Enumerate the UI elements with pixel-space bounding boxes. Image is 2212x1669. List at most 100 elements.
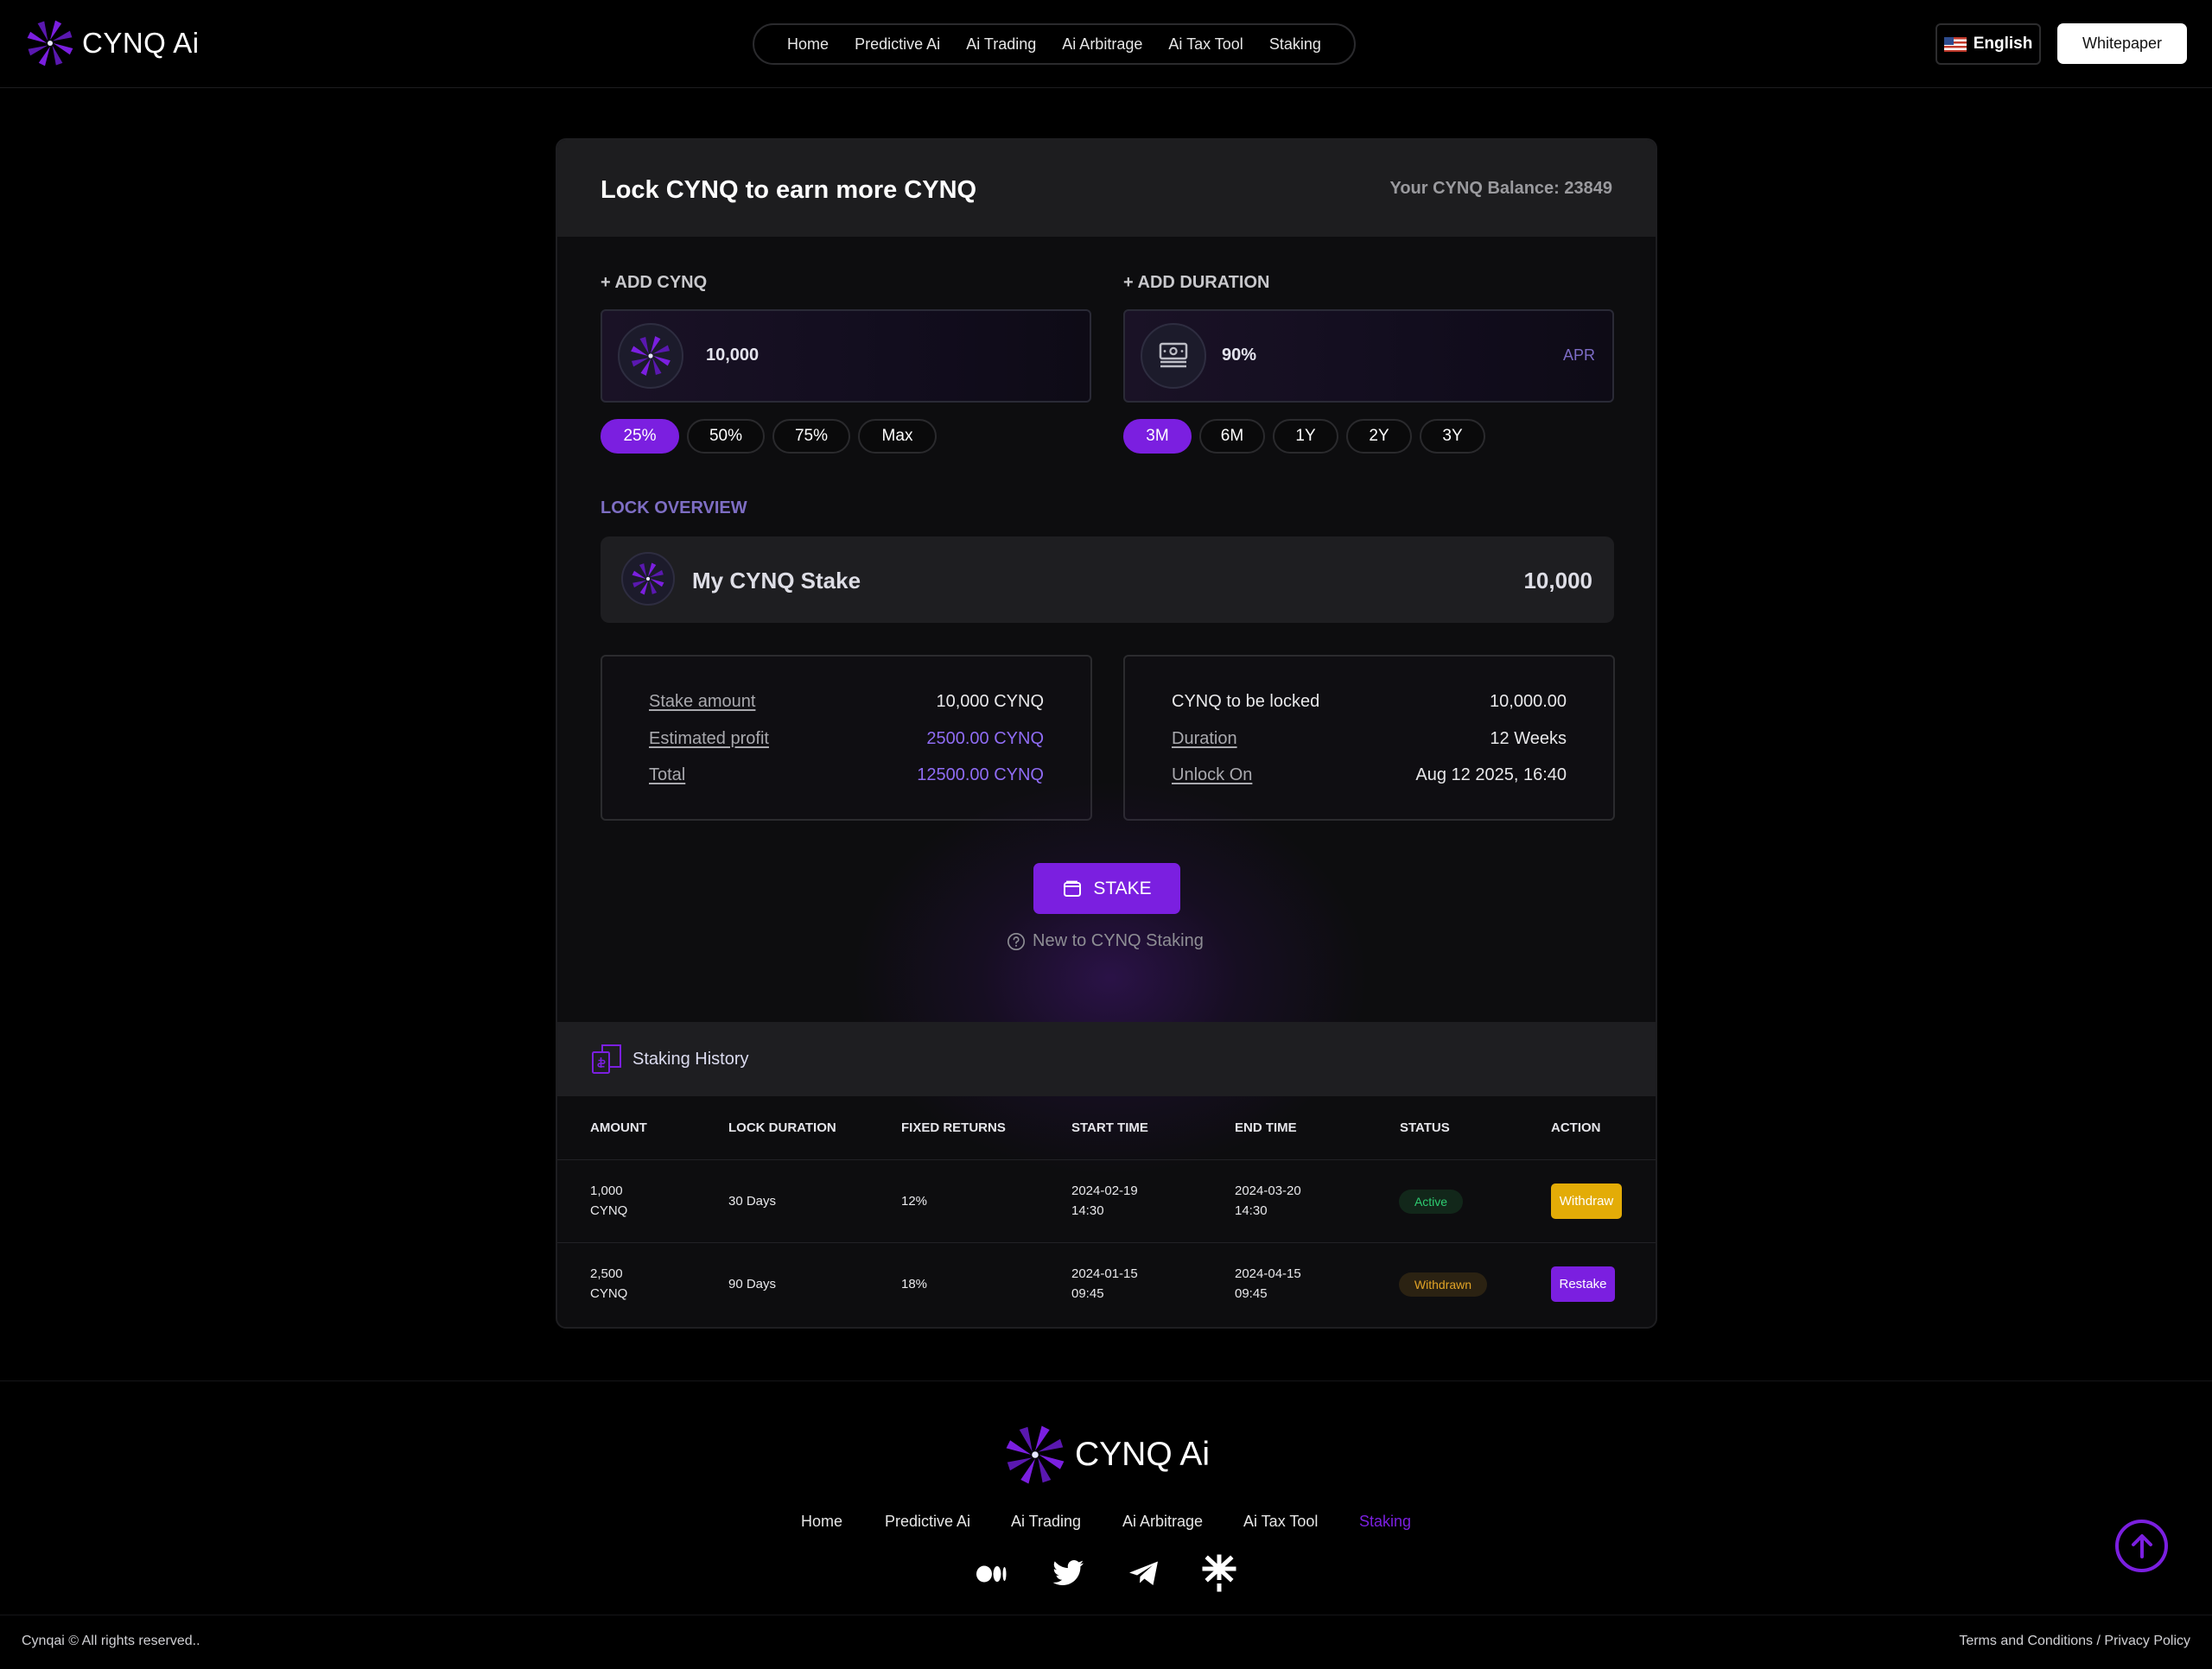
- col-action: ACTION: [1551, 1120, 1601, 1135]
- footer-divider: [0, 1380, 2212, 1381]
- cynq-balance: Your CYNQ Balance: 23849: [1389, 179, 1612, 198]
- add-duration-label: + ADD DURATION: [1123, 273, 1270, 292]
- estimated-profit-value: 2500.00 CYNQ: [926, 729, 1044, 748]
- scroll-to-top-button[interactable]: [2115, 1520, 2168, 1572]
- nav-home[interactable]: Home: [787, 35, 829, 54]
- top-header: CYNQ Ai Home Predictive Ai Ai Trading Ai…: [0, 0, 2212, 88]
- row-start-time: 2024-01-15 09:45: [1071, 1266, 1138, 1301]
- cynq-logo-icon: [1002, 1422, 1068, 1488]
- language-label: English: [1973, 35, 2033, 53]
- info-row: Duration 12 Weeks: [1172, 729, 1567, 749]
- footer-nav-staking[interactable]: Staking: [1359, 1513, 1411, 1531]
- pill-25-percent[interactable]: 25%: [601, 419, 679, 454]
- pill-max[interactable]: Max: [858, 419, 937, 454]
- brand-logo[interactable]: CYNQ Ai: [24, 17, 200, 69]
- cynq-logo-icon: [24, 17, 76, 69]
- lock-overview-label: LOCK OVERVIEW: [601, 498, 747, 517]
- row-start-time: 2024-02-19 14:30: [1071, 1184, 1138, 1218]
- pill-1y[interactable]: 1Y: [1273, 419, 1338, 454]
- status-badge: Active: [1399, 1190, 1463, 1214]
- legal-separator: /: [2096, 1634, 2101, 1648]
- staking-card: Lock CYNQ to earn more CYNQ Your CYNQ Ba…: [556, 138, 1657, 1329]
- staking-history-title: Staking History: [632, 1050, 749, 1069]
- help-link-label: New to CYNQ Staking: [1033, 931, 1204, 950]
- footer-nav-ai-trading[interactable]: Ai Trading: [1011, 1513, 1081, 1531]
- twitter-icon[interactable]: [1049, 1554, 1087, 1592]
- cash-icon: [1141, 323, 1206, 389]
- info-row: Stake amount 10,000 CYNQ: [649, 692, 1044, 712]
- row-end-time: 2024-04-15 09:45: [1235, 1266, 1301, 1301]
- whitepaper-button[interactable]: Whitepaper: [2057, 23, 2187, 64]
- pill-50-percent[interactable]: 50%: [687, 419, 765, 454]
- pill-2y[interactable]: 2Y: [1346, 419, 1412, 454]
- language-selector[interactable]: English: [1936, 23, 2041, 65]
- stake-button[interactable]: STAKE: [1033, 863, 1180, 914]
- nav-predictive-ai[interactable]: Predictive Ai: [855, 35, 940, 54]
- duration-pill-group: 3M 6M 1Y 2Y 3Y: [1123, 419, 1485, 454]
- privacy-link[interactable]: Privacy Policy: [2104, 1634, 2190, 1648]
- amount-pill-group: 25% 50% 75% Max: [601, 419, 937, 454]
- card-title: Lock CYNQ to earn more CYNQ: [601, 176, 977, 204]
- pill-6m[interactable]: 6M: [1199, 419, 1265, 454]
- stake-amount-value: 10,000 CYNQ: [936, 692, 1044, 711]
- stake-name: My CYNQ Stake: [692, 568, 861, 593]
- col-lock-duration: LOCK DURATION: [728, 1120, 836, 1135]
- footer-nav-predictive-ai[interactable]: Predictive Ai: [885, 1513, 970, 1531]
- row-end-time: 2024-03-20 14:30: [1235, 1184, 1301, 1218]
- row-amount: 1,000 CYNQ: [590, 1184, 628, 1218]
- row-amount: 2,500 CYNQ: [590, 1266, 628, 1301]
- duration-input[interactable]: 90% APR: [1123, 309, 1614, 403]
- new-to-staking-link[interactable]: New to CYNQ Staking: [1007, 931, 1214, 951]
- col-fixed-returns: FIXED RETURNS: [901, 1120, 1006, 1135]
- nav-ai-arbitrage[interactable]: Ai Arbitrage: [1062, 35, 1142, 54]
- terms-link[interactable]: Terms and Conditions: [1959, 1634, 2093, 1648]
- cynq-coin-icon: [621, 552, 675, 606]
- apr-label: APR: [1562, 346, 1595, 364]
- duration-label[interactable]: Duration: [1172, 729, 1237, 749]
- unlock-on-value: Aug 12 2025, 16:40: [1415, 765, 1567, 784]
- medium-icon[interactable]: [974, 1554, 1012, 1592]
- footer-logo[interactable]: CYNQ Ai: [1002, 1422, 1210, 1488]
- footer-nav-ai-arbitrage[interactable]: Ai Arbitrage: [1122, 1513, 1203, 1531]
- cynq-locked-value: 10,000.00: [1490, 692, 1567, 711]
- stake-amount: 10,000: [1523, 568, 1592, 593]
- col-status: STATUS: [1400, 1120, 1450, 1135]
- history-docs-icon: [592, 1044, 621, 1074]
- cynq-amount-input[interactable]: 10,000: [601, 309, 1091, 403]
- footer-nav-ai-tax-tool[interactable]: Ai Tax Tool: [1243, 1513, 1318, 1531]
- withdraw-button[interactable]: Withdraw: [1551, 1184, 1622, 1219]
- cynq-locked-label: CYNQ to be locked: [1172, 692, 1320, 711]
- status-badge: Withdrawn: [1399, 1272, 1487, 1297]
- card-header: Lock CYNQ to earn more CYNQ Your CYNQ Ba…: [557, 140, 1656, 237]
- linktree-icon[interactable]: [1200, 1554, 1238, 1592]
- add-cynq-label: + ADD CYNQ: [601, 273, 708, 292]
- row-duration: 90 Days: [728, 1277, 777, 1291]
- stake-button-label: STAKE: [1093, 878, 1152, 898]
- pill-3m[interactable]: 3M: [1123, 419, 1192, 454]
- pill-75-percent[interactable]: 75%: [772, 419, 850, 454]
- glow-backdrop: [851, 779, 1370, 1177]
- nav-staking[interactable]: Staking: [1269, 35, 1321, 54]
- stake-amount-label[interactable]: Stake amount: [649, 692, 755, 712]
- us-flag-icon: [1943, 36, 1967, 52]
- question-circle-icon: [1007, 932, 1025, 950]
- row-divider: [557, 1159, 1656, 1160]
- pill-3y[interactable]: 3Y: [1420, 419, 1485, 454]
- my-stake-summary: My CYNQ Stake 10,000: [601, 536, 1614, 623]
- total-label[interactable]: Total: [649, 765, 685, 785]
- brand-name: CYNQ Ai: [82, 27, 200, 59]
- estimated-profit-label[interactable]: Estimated profit: [649, 729, 769, 749]
- staking-history-header: Staking History: [557, 1022, 1656, 1096]
- nav-ai-tax-tool[interactable]: Ai Tax Tool: [1168, 35, 1243, 54]
- copyright-text: Cynqai © All rights reserved..: [22, 1634, 200, 1648]
- wallet-icon: [1064, 880, 1082, 897]
- footer-nav-home[interactable]: Home: [801, 1513, 842, 1531]
- cynq-amount-value: 10,000: [706, 346, 760, 365]
- arrow-up-icon: [2131, 1533, 2152, 1558]
- main-nav: Home Predictive Ai Ai Trading Ai Arbitra…: [753, 23, 1356, 65]
- telegram-icon[interactable]: [1125, 1554, 1163, 1592]
- row-duration: 30 Days: [728, 1194, 777, 1209]
- nav-ai-trading[interactable]: Ai Trading: [966, 35, 1036, 54]
- social-links: [0, 1554, 2212, 1596]
- restake-button[interactable]: Restake: [1551, 1266, 1615, 1302]
